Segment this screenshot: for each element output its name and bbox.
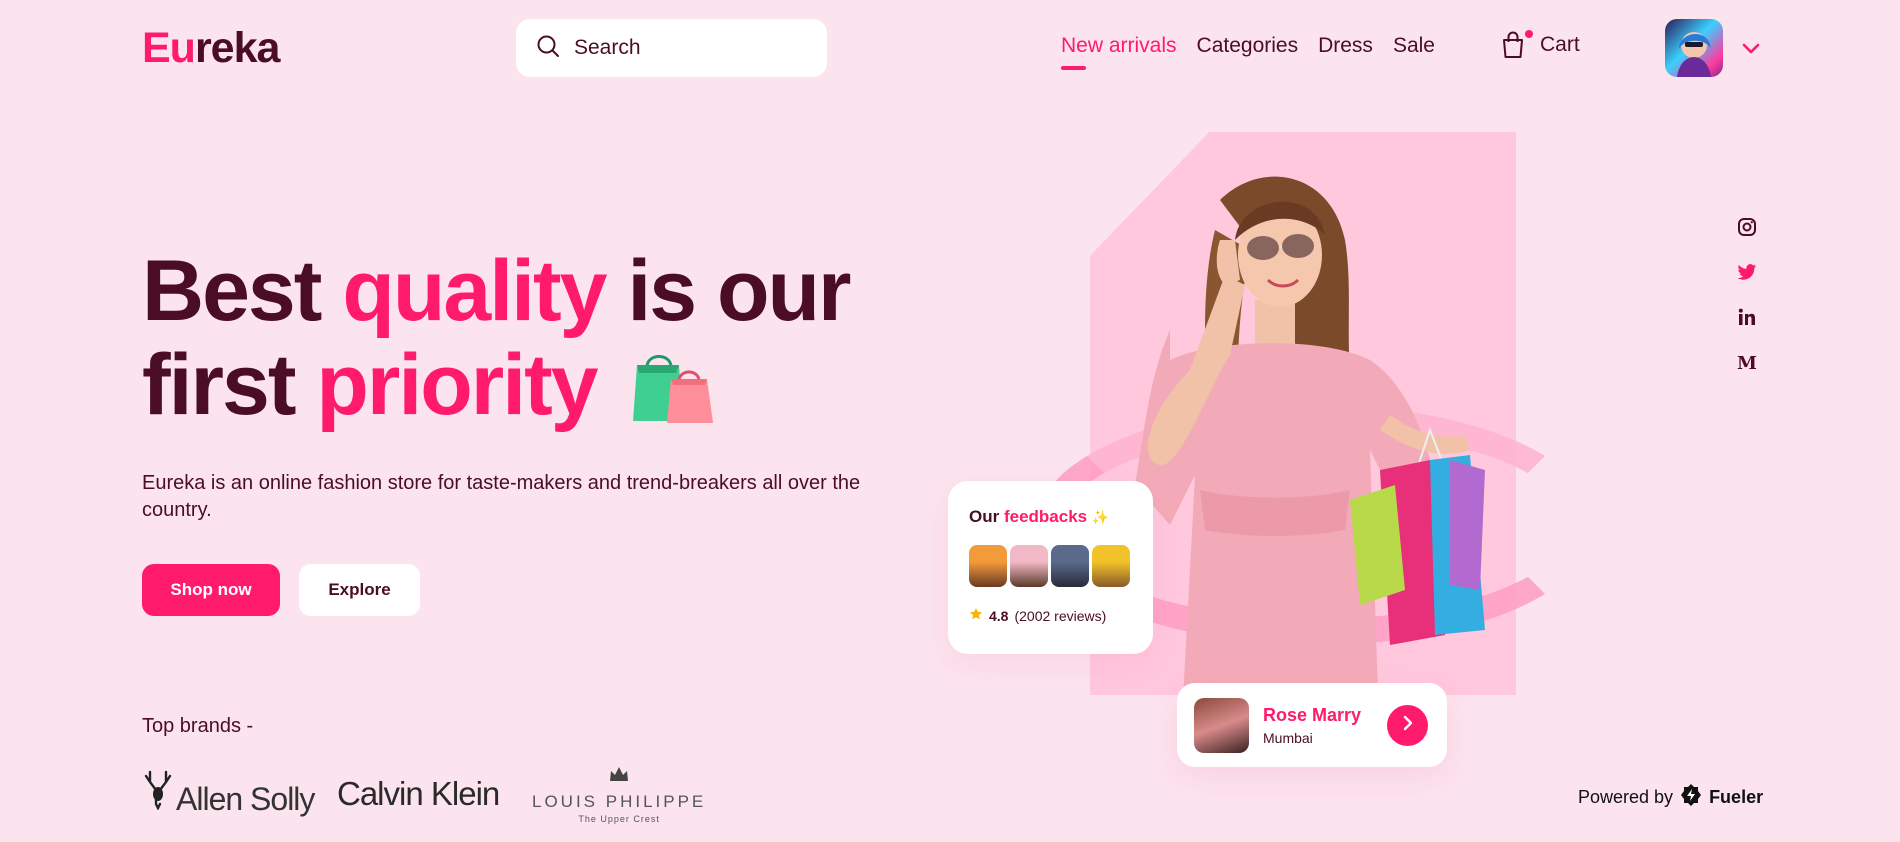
brand-louis-philippe[interactable]: LOUIS PHILIPPE The Upper Crest xyxy=(532,765,706,824)
sparkle-icon: ✨ xyxy=(1091,509,1110,525)
chevron-down-icon[interactable] xyxy=(1741,42,1761,61)
svg-text:M: M xyxy=(1737,354,1757,370)
cart-icon xyxy=(1500,30,1533,60)
linkedin-icon[interactable] xyxy=(1736,306,1758,328)
customer-name: Rose Marry xyxy=(1263,704,1362,725)
brand-allen-solly[interactable]: Allen Solly xyxy=(142,770,315,818)
reviewer-avatar xyxy=(1092,545,1130,587)
hero-description: Eureka is an online fashion store for ta… xyxy=(142,472,861,521)
crown-icon xyxy=(608,767,630,787)
powered-by[interactable]: Powered by Fueler xyxy=(1578,783,1763,812)
featured-customer-card[interactable]: Rose Marry Mumbai xyxy=(1177,683,1447,767)
next-arrow-button[interactable] xyxy=(1387,705,1428,746)
customer-city: Mumbai xyxy=(1263,729,1313,746)
medium-icon[interactable]: M xyxy=(1736,351,1758,373)
nav-dress[interactable]: Dress xyxy=(1318,34,1373,58)
reviewer-avatars xyxy=(969,545,1132,587)
rating-row: 4.8 (2002 reviews) xyxy=(969,607,1132,624)
chevron-right-icon xyxy=(1402,715,1414,736)
explore-button[interactable]: Explore xyxy=(299,564,420,616)
top-brands-label: Top brands - xyxy=(142,715,254,737)
reviewer-avatar xyxy=(1051,545,1089,587)
customer-avatar xyxy=(1194,697,1249,753)
feedback-title: Our feedbacks ✨ xyxy=(969,507,1110,526)
shopping-bags-icon xyxy=(629,337,721,446)
shop-now-button[interactable]: Shop now xyxy=(142,564,280,616)
nav-new-arrivals[interactable]: New arrivals xyxy=(1061,34,1177,70)
instagram-icon[interactable] xyxy=(1736,216,1758,238)
reviewer-avatar xyxy=(969,545,1007,587)
fueler-logo-icon xyxy=(1679,783,1703,812)
review-count: (2002 reviews) xyxy=(1014,607,1107,624)
search-input[interactable] xyxy=(574,36,794,60)
feedback-card[interactable]: Our feedbacks ✨ 4.8 (2002 reviews) xyxy=(948,481,1153,654)
user-avatar[interactable] xyxy=(1665,19,1723,77)
deer-icon xyxy=(142,770,174,818)
logo[interactable]: Eureka xyxy=(142,24,280,73)
nav-categories[interactable]: Categories xyxy=(1197,34,1299,58)
cart-notification-dot xyxy=(1525,30,1533,38)
search-icon xyxy=(536,34,560,63)
star-icon xyxy=(969,607,983,624)
search-bar[interactable] xyxy=(516,19,827,77)
nav-sale[interactable]: Sale xyxy=(1393,34,1435,58)
main-nav: New arrivals Categories Dress Sale xyxy=(1061,34,1435,70)
cart-label: Cart xyxy=(1540,33,1580,56)
reviewer-avatar xyxy=(1010,545,1048,587)
hero-headline: Best quality is our first priority xyxy=(142,245,902,446)
brand-calvin-klein[interactable]: Calvin Klein xyxy=(337,775,500,813)
rating-value: 4.8 xyxy=(989,607,1009,624)
cart-button[interactable]: Cart xyxy=(1500,30,1580,60)
twitter-icon[interactable] xyxy=(1736,261,1758,283)
